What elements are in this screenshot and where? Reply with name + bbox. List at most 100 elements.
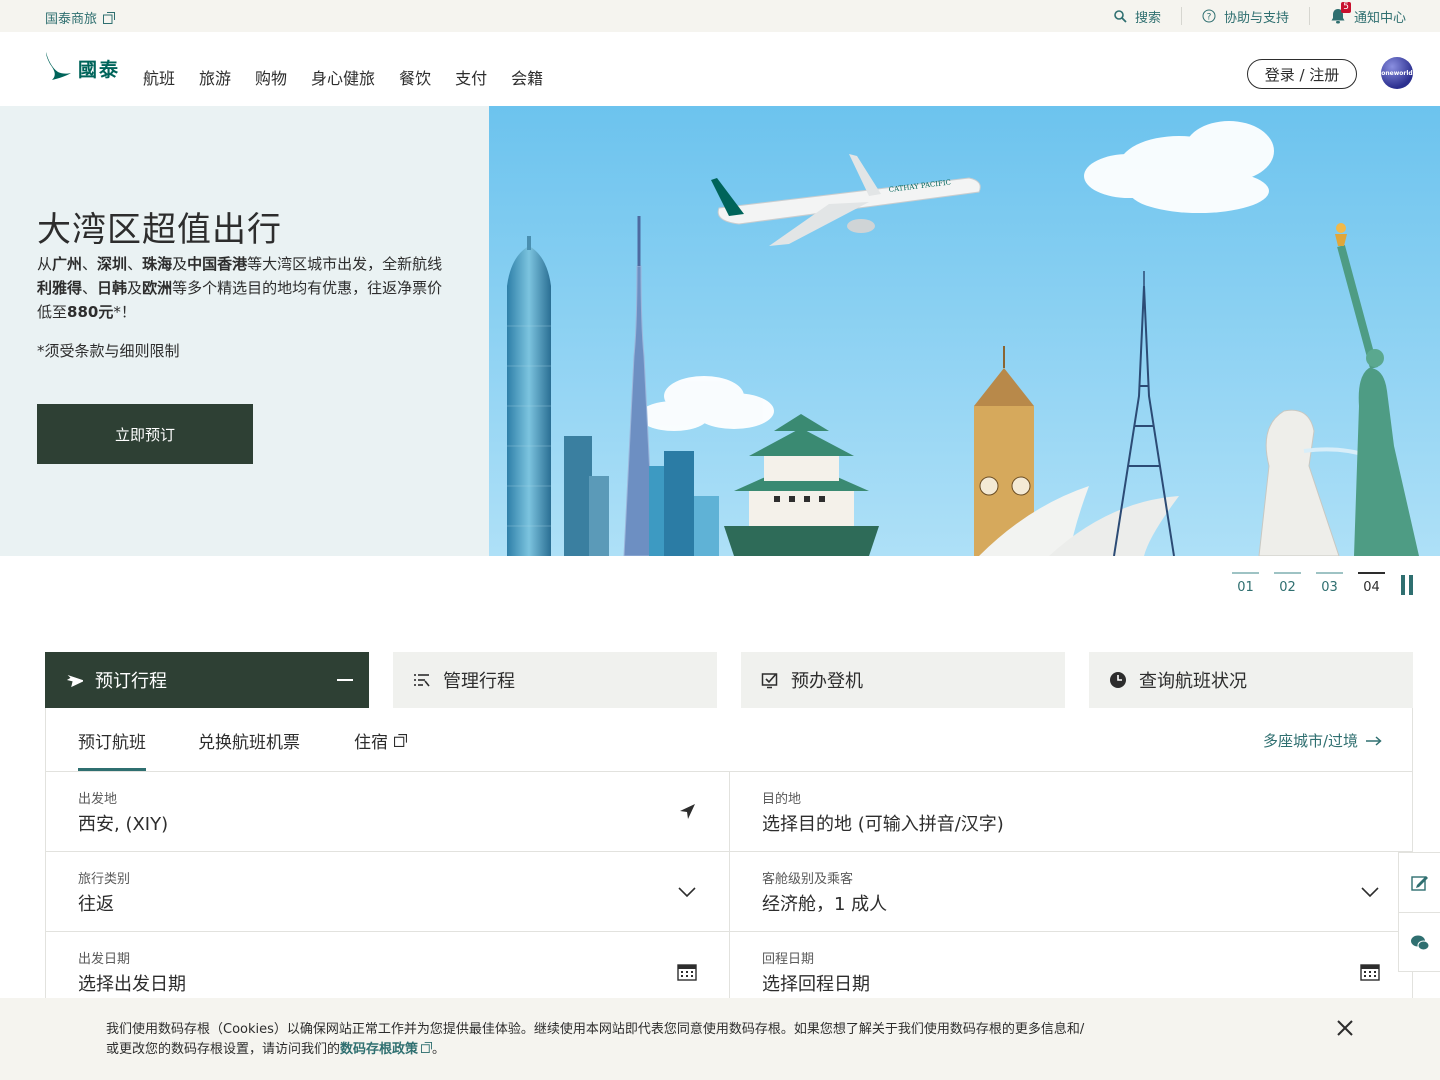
return-date-label: 回程日期 bbox=[762, 952, 815, 967]
booking-subtabs: 预订航班 兑换航班机票 住宿 多座城市/过境 bbox=[46, 708, 1412, 772]
tab-flight-status[interactable]: 查询航班状况 bbox=[1089, 652, 1413, 708]
edit-feedback-icon bbox=[1410, 875, 1428, 891]
hero-terms-note: *须受条款与细则限制 bbox=[37, 342, 180, 360]
carousel-pager: 01 02 03 04 bbox=[1232, 572, 1385, 595]
hero-highlight: 日韩 bbox=[97, 279, 128, 297]
svg-text:?: ? bbox=[1207, 13, 1212, 23]
search-icon bbox=[1114, 9, 1127, 23]
hero-highlight: 880元 bbox=[67, 303, 114, 321]
trip-type-field[interactable]: 旅行类别 往返 bbox=[46, 852, 730, 932]
cookie-policy-link[interactable]: 数码存根政策 bbox=[340, 1042, 433, 1057]
hero-text-segment: 从 bbox=[37, 255, 53, 273]
hero-banner: 大湾区超值出行 从广州、深圳、珠海及中国香港等大湾区城市出发，全新航线利雅得、日… bbox=[0, 106, 1440, 556]
cookie-message-end: 。 bbox=[432, 1042, 446, 1057]
nav-item-flights[interactable]: 航班 bbox=[143, 65, 175, 89]
cookie-text: 我们使用数码存根（Cookies）以确保网站正常工作并为您提供最佳体验。继续使用… bbox=[106, 1020, 1096, 1060]
booking-tabs: 预订行程 管理行程 预办登机 查询航班状况 bbox=[45, 652, 1413, 708]
oneworld-logo[interactable]: oneworld bbox=[1381, 57, 1413, 89]
destination-field[interactable]: 目的地 选择目的地 (可输入拼音/汉字) bbox=[730, 772, 1412, 852]
cookie-banner: 我们使用数码存根（Cookies）以确保网站正常工作并为您提供最佳体验。继续使用… bbox=[0, 998, 1440, 1080]
hero-text-segment: 、 bbox=[82, 279, 98, 297]
trip-type-value[interactable]: 往返 bbox=[78, 890, 114, 916]
hero-highlight: 广州 bbox=[52, 255, 83, 273]
nav-menu: 航班 旅游 购物 身心健旅 餐饮 支付 会籍 bbox=[143, 65, 543, 89]
hero-text-segment: 及 bbox=[127, 279, 143, 297]
carousel-page[interactable]: 01 bbox=[1232, 572, 1259, 595]
location-arrow-icon[interactable] bbox=[677, 802, 697, 822]
collapse-icon bbox=[337, 679, 353, 681]
tab-checkin[interactable]: 预办登机 bbox=[741, 652, 1065, 708]
pause-icon-bar bbox=[1401, 575, 1405, 595]
calendar-icon[interactable] bbox=[677, 962, 697, 982]
hero-highlight: 欧洲 bbox=[142, 279, 173, 297]
tab-manage-trip-label: 管理行程 bbox=[443, 671, 515, 692]
nav-item-membership[interactable]: 会籍 bbox=[511, 65, 543, 89]
external-link-icon bbox=[103, 11, 116, 24]
list-icon bbox=[414, 674, 430, 687]
wechat-button[interactable] bbox=[1399, 913, 1440, 973]
hero-text-panel: 大湾区超值出行 从广州、深圳、珠海及中国香港等大湾区城市出发，全新航线利雅得、日… bbox=[0, 106, 489, 556]
feedback-button[interactable] bbox=[1399, 853, 1440, 913]
help-link[interactable]: ? 协助与支持 bbox=[1182, 7, 1310, 26]
bell-icon: 5 bbox=[1330, 2, 1351, 24]
hero-highlight: 利雅得 bbox=[37, 279, 83, 297]
chevron-down-icon[interactable] bbox=[677, 882, 697, 902]
business-travel-label: 国泰商旅 bbox=[45, 12, 98, 27]
carousel-page[interactable]: 02 bbox=[1274, 572, 1301, 595]
nav-item-payment[interactable]: 支付 bbox=[455, 65, 487, 89]
nav-item-wellness[interactable]: 身心健旅 bbox=[311, 65, 375, 89]
notification-label: 通知中心 bbox=[1353, 10, 1406, 26]
nav-item-dining[interactable]: 餐饮 bbox=[399, 65, 431, 89]
subtab-redeem[interactable]: 兑换航班机票 bbox=[198, 728, 300, 753]
multi-city-link[interactable]: 多座城市/过境 bbox=[1263, 730, 1382, 751]
cabin-passenger-field[interactable]: 客舱级别及乘客 经济舱，1 成人 bbox=[730, 852, 1412, 932]
login-register-button[interactable]: 登录 / 注册 bbox=[1247, 59, 1357, 89]
book-now-button[interactable]: 立即预订 bbox=[37, 404, 253, 464]
business-travel-link[interactable]: 国泰商旅 bbox=[45, 8, 116, 27]
tab-manage-trip[interactable]: 管理行程 bbox=[393, 652, 717, 708]
wechat-icon bbox=[1410, 935, 1429, 951]
hero-text-segment: 及 bbox=[172, 255, 188, 273]
carousel-page[interactable]: 04 bbox=[1358, 572, 1385, 595]
depart-date-input[interactable]: 选择出发日期 bbox=[78, 970, 186, 996]
help-label: 协助与支持 bbox=[1223, 10, 1289, 26]
notification-center-link[interactable]: 5 通知中心 bbox=[1310, 2, 1406, 26]
multi-city-label: 多座城市/过境 bbox=[1262, 732, 1358, 750]
hero-title: 大湾区超值出行 bbox=[37, 210, 282, 250]
destination-input[interactable]: 选择目的地 (可输入拼音/汉字) bbox=[762, 810, 1004, 836]
origin-value[interactable]: 西安, (XIY) bbox=[78, 810, 168, 836]
logo-text: 國泰 bbox=[78, 59, 121, 81]
hero-text-segment: 、 bbox=[127, 255, 143, 273]
hero-description: 从广州、深圳、珠海及中国香港等大湾区城市出发，全新航线利雅得、日韩及欧洲等多个精… bbox=[37, 252, 447, 324]
return-date-input[interactable]: 选择回程日期 bbox=[762, 970, 870, 996]
brushwing-logo-icon bbox=[46, 52, 71, 80]
subtab-book-flight[interactable]: 预订航班 bbox=[78, 728, 146, 771]
subtab-redeem-label: 兑换航班机票 bbox=[198, 733, 300, 753]
tab-flight-status-label: 查询航班状况 bbox=[1139, 671, 1247, 692]
carousel-page[interactable]: 03 bbox=[1316, 572, 1343, 595]
hero-highlight: 珠海 bbox=[142, 255, 173, 273]
cabin-label: 客舱级别及乘客 bbox=[762, 872, 854, 887]
clock-icon bbox=[1110, 672, 1126, 688]
cathay-logo[interactable]: 國泰 bbox=[44, 52, 120, 82]
origin-field[interactable]: 出发地 西安, (XIY) bbox=[46, 772, 730, 852]
chevron-down-icon[interactable] bbox=[1360, 882, 1380, 902]
subtab-book-flight-label: 预订航班 bbox=[78, 733, 146, 753]
nav-item-travel[interactable]: 旅游 bbox=[199, 65, 231, 89]
carousel-pause-button[interactable] bbox=[1401, 575, 1413, 595]
pause-icon-bar bbox=[1409, 575, 1413, 595]
hero-highlight: 深圳 bbox=[97, 255, 128, 273]
cabin-value[interactable]: 经济舱，1 成人 bbox=[762, 890, 887, 916]
calendar-icon[interactable] bbox=[1360, 962, 1380, 982]
cookie-policy-label: 数码存根政策 bbox=[340, 1042, 419, 1057]
hero-highlight: 中国香港 bbox=[187, 255, 248, 273]
subtab-hotel[interactable]: 住宿 bbox=[354, 728, 407, 753]
close-icon[interactable] bbox=[1335, 1018, 1355, 1038]
help-icon: ? bbox=[1202, 9, 1216, 23]
tab-book-trip[interactable]: 预订行程 bbox=[45, 652, 369, 708]
search-link[interactable]: 搜索 bbox=[1094, 7, 1182, 26]
hero-image: CATHAY PACIFIC bbox=[489, 106, 1440, 556]
utility-bar: 国泰商旅 搜索 ? 协助与支持 5 通知中心 bbox=[0, 0, 1440, 32]
tab-checkin-label: 预办登机 bbox=[791, 671, 863, 692]
nav-item-shopping[interactable]: 购物 bbox=[255, 65, 287, 89]
